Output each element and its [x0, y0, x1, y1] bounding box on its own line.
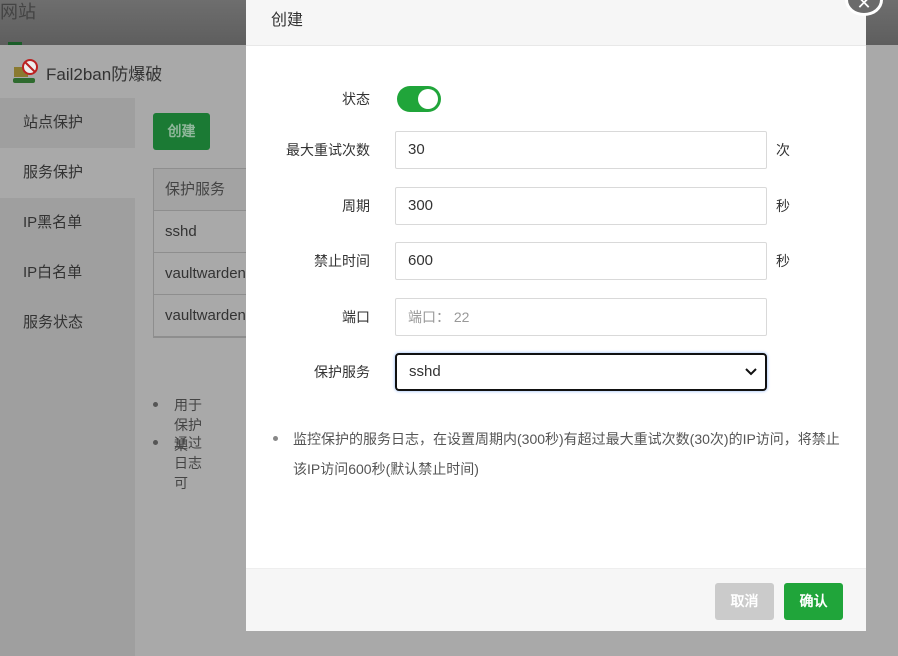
- notes: 用于保护某 通过日志可: [153, 395, 210, 491]
- dialog-footer: 取消 确认: [246, 568, 866, 631]
- max-retry-input[interactable]: 30: [395, 131, 767, 169]
- ban-time-unit: 秒: [776, 253, 790, 269]
- max-retry-unit: 次: [776, 142, 790, 158]
- service-select-value: sshd: [409, 363, 441, 380]
- cancel-button[interactable]: 取消: [715, 583, 774, 620]
- service-select[interactable]: sshd: [395, 353, 767, 391]
- site-label: 网站: [0, 2, 36, 22]
- panel-title: Fail2ban防爆破: [12, 59, 162, 85]
- port-label: 端口: [342, 309, 370, 325]
- ban-time-label: 禁止时间: [314, 253, 370, 269]
- ban-time-input[interactable]: 600: [395, 242, 767, 280]
- service-label: 保护服务: [314, 364, 370, 380]
- confirm-button[interactable]: 确认: [784, 583, 843, 620]
- period-unit: 秒: [776, 198, 790, 214]
- sidebar-item-service-status[interactable]: 服务状态: [0, 298, 135, 348]
- sidebar-item-site-protection[interactable]: 站点保护: [0, 98, 135, 148]
- period-input[interactable]: 300: [395, 187, 767, 225]
- content: 创建 保护服务 sshd vaultwarden vaultwarden 用于保…: [153, 113, 273, 491]
- dialog-title: 创建: [246, 0, 866, 46]
- panel-title-text: Fail2ban防爆破: [46, 64, 163, 84]
- period-label: 周期: [342, 198, 370, 214]
- max-retry-label: 最大重试次数: [286, 142, 370, 158]
- help-tip: 监控保护的服务日志，在设置周期内(300秒)有超过最大重试次数(30次)的IP访…: [271, 424, 851, 484]
- port-input[interactable]: 端口： 22: [395, 298, 767, 336]
- sidebar-item-service-protection[interactable]: 服务保护: [0, 148, 135, 198]
- fail2ban-logo-icon: [12, 59, 38, 85]
- chevron-down-icon: [745, 354, 757, 390]
- create-button[interactable]: 创建: [153, 113, 210, 150]
- sidebar-item-ip-blacklist[interactable]: IP黑名单: [0, 198, 135, 248]
- sidebar: 站点保护 服务保护 IP黑名单 IP白名单 服务状态: [0, 98, 135, 656]
- note-item: 用于保护某: [153, 395, 210, 453]
- sidebar-item-ip-whitelist[interactable]: IP白名单: [0, 248, 135, 298]
- create-dialog: 创建 状态 最大重试次数 30 次 周期 300 秒 禁止时间 600 秒 端口…: [246, 0, 866, 631]
- status-label: 状态: [342, 91, 370, 107]
- status-toggle[interactable]: [397, 86, 441, 112]
- note-item: 通过日志可: [153, 433, 210, 491]
